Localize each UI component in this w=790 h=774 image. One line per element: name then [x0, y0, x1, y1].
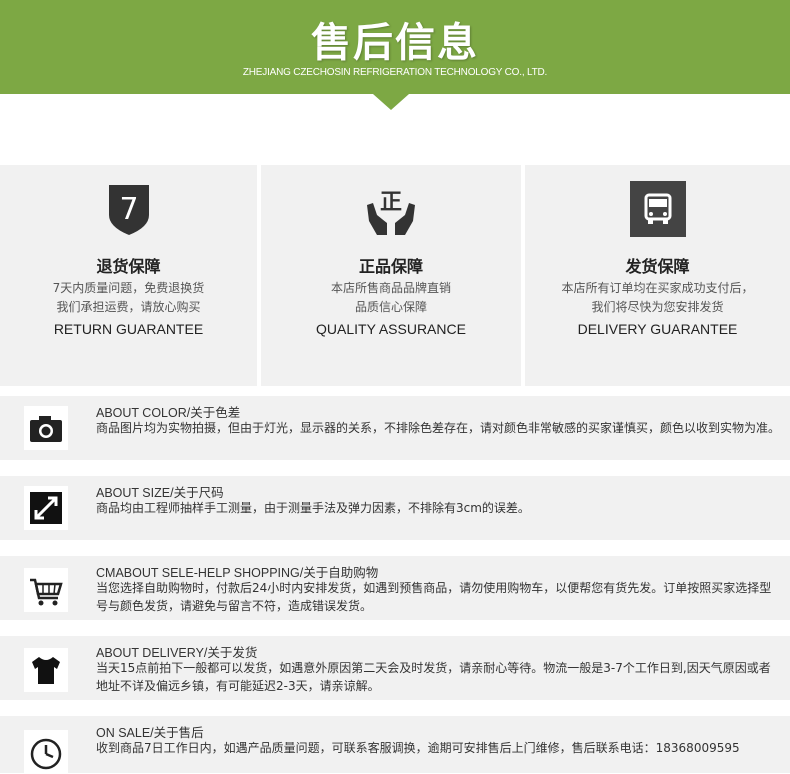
guarantee-desc-line: 本店所有订单均在买家成功支付后，	[561, 281, 754, 295]
svg-text:7: 7	[119, 192, 138, 227]
page-title: 售后信息	[311, 20, 479, 66]
camera-icon	[24, 406, 68, 450]
guarantee-desc-line: 我们承担运费，请放心购买	[56, 300, 201, 314]
delivery-guarantee-card: 发货保障 本店所有订单均在买家成功支付后， 我们将尽快为您安排发货 DELIVE…	[525, 165, 790, 386]
tshirt-icon	[24, 648, 68, 692]
guarantee-title: 退货保障	[96, 257, 161, 276]
info-row-size: ABOUT SIZE/关于尺码 商品均由工程师抽样手工测量，由于测量手法及弹力因…	[0, 476, 790, 540]
guarantee-title: 正品保障	[358, 257, 423, 276]
clock-icon	[24, 730, 68, 774]
info-body: 当天15点前拍下一般都可以发货，如遇意外原因第二天会及时发货，请亲耐心等待。物流…	[96, 661, 771, 693]
guarantee-english-label: QUALITY ASSURANCE	[316, 321, 466, 337]
info-body: 当您选择自助购物时，付款后24小时内安排发货，如遇到预售商品，请勿使用购物车，以…	[96, 581, 772, 613]
banner-pointer	[373, 94, 409, 110]
guarantee-desc-line: 我们将尽快为您安排发货	[591, 300, 724, 314]
guarantee-english-label: RETURN GUARANTEE	[53, 321, 204, 337]
guarantee-section: 7 退货保障 7天内质量问题，免费退换货 我们承担运费，请放心购买 RETURN…	[0, 165, 790, 386]
guarantee-english-label: DELIVERY GUARANTEE	[577, 321, 738, 337]
company-name: ZHEJIANG CZECHOSIN REFRIGERATION TECHNOL…	[242, 67, 548, 78]
shopping-cart-icon	[24, 568, 68, 612]
info-body: 收到商品7日工作日内，如遇产品质量问题，可联系客服调换，逾期可安排售后上门维修，…	[96, 741, 740, 755]
resize-arrow-icon	[24, 486, 68, 530]
guarantee-desc-line: 7天内质量问题，免费退换货	[52, 281, 205, 295]
shield-7-icon: 7	[108, 185, 149, 235]
guarantee-desc-line: 本店所售商品品牌直销	[330, 281, 451, 295]
info-row-self-help-shopping: CMABOUT SELE-HELP SHOPPING/关于自助购物 当您选择自助…	[0, 556, 790, 620]
header-banner: 售后信息 ZHEJIANG CZECHOSIN REFRIGERATION TE…	[0, 0, 790, 94]
info-row-delivery: ABOUT DELIVERY/关于发货 当天15点前拍下一般都可以发货，如遇意外…	[0, 636, 790, 700]
guarantee-title: 发货保障	[625, 257, 690, 276]
quality-assurance-card: 正 正品保障 本店所售商品品牌直销 品质信心保障 QUALITY ASSURAN…	[261, 165, 521, 386]
info-row-after-sale: ON SALE/关于售后 收到商品7日工作日内，如遇产品质量问题，可联系客服调换…	[0, 716, 790, 774]
guarantee-desc-line: 品质信心保障	[354, 300, 427, 314]
delivery-truck-icon	[629, 181, 686, 237]
info-body: 商品均由工程师抽样手工测量，由于测量手法及弹力因素，不排除有3cm的误差。	[96, 501, 530, 515]
return-guarantee-card: 7 退货保障 7天内质量问题，免费退换货 我们承担运费，请放心购买 RETURN…	[0, 165, 257, 386]
svg-text:正: 正	[380, 190, 402, 215]
authentic-hands-icon: 正	[367, 190, 415, 235]
info-row-color: ABOUT COLOR/关于色差 商品图片均为实物拍摄，但由于灯光，显示器的关系…	[0, 396, 790, 460]
info-body: 商品图片均为实物拍摄，但由于灯光，显示器的关系，不排除色差存在，请对颜色非常敏感…	[96, 421, 781, 435]
